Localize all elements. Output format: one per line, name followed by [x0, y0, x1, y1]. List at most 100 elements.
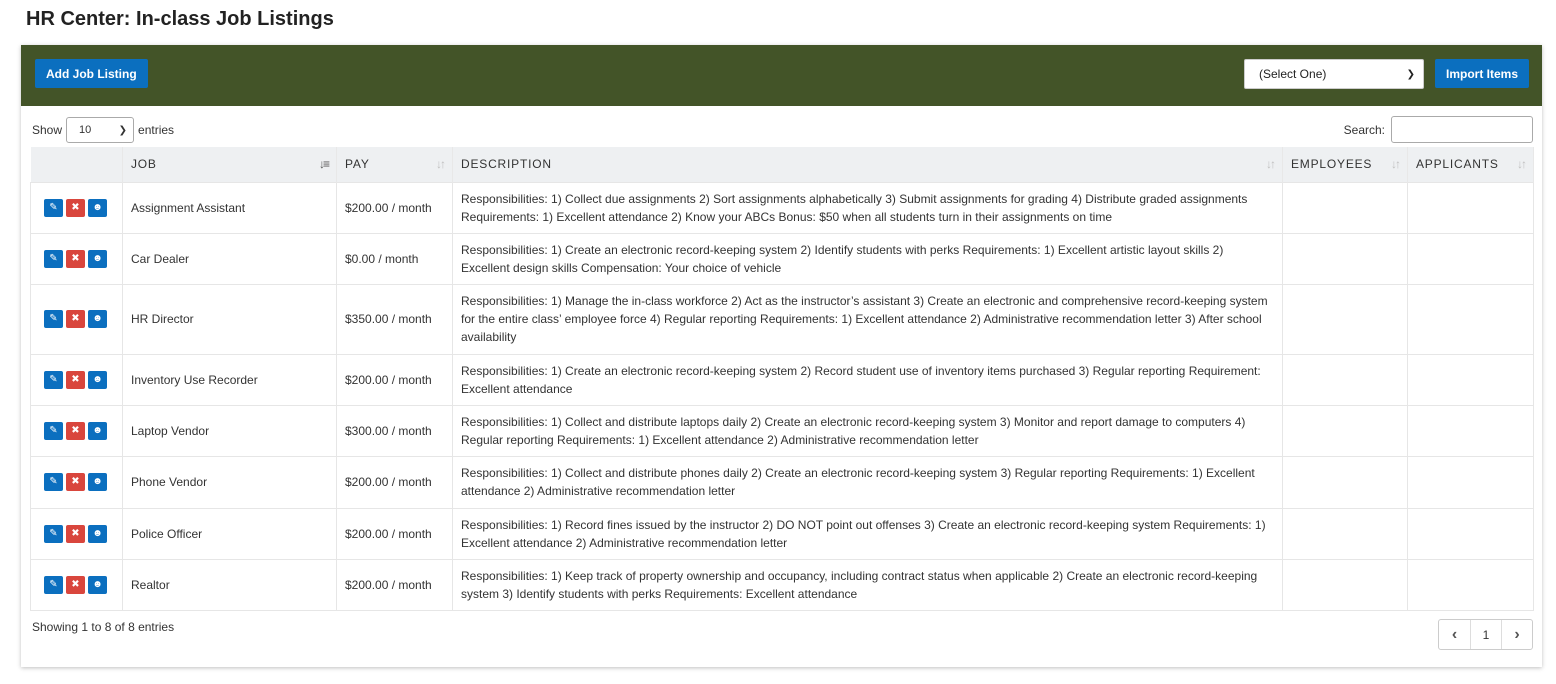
- pay-cell: $200.00 / month: [336, 455, 453, 508]
- table-row: ✎ ✖ ☻ Inventory Use Recorder $200.00 / month…: [30, 353, 1534, 405]
- applicants-cell: [1407, 181, 1534, 233]
- user-icon[interactable]: ☻: [88, 198, 107, 217]
- pay-cell: $200.00 / month: [336, 507, 453, 559]
- delete-icon[interactable]: ✖: [66, 524, 85, 543]
- employees-cell: [1282, 232, 1408, 284]
- table-row: ✎ ✖ ☻ Assignment Assistant $200.00 / month Re…: [30, 181, 1534, 233]
- table-header-row: JOB ↓≡ PAY ↓↑ DESCRIPTION ↓↑ EMPLOYEES ↓↑ AP…: [30, 147, 1534, 182]
- page-title: HR Center: In-class Job Listings: [26, 8, 334, 30]
- chevron-right-icon: ›: [1514, 625, 1520, 643]
- toolbar: Add Job Listing (Select One) ❯ Import It…: [21, 45, 1542, 106]
- employees-cell: [1282, 404, 1408, 456]
- table-row: ✎ ✖ ☻ Car Dealer $0.00 / month Responsibiliti…: [30, 232, 1534, 284]
- import-source-value: (Select One): [1259, 67, 1327, 81]
- delete-icon[interactable]: ✖: [66, 421, 85, 440]
- sort-icon: ↓↑: [436, 157, 446, 171]
- page-length-value: 10: [79, 124, 92, 136]
- edit-icon[interactable]: ✎: [44, 198, 63, 217]
- job-cell: HR Director: [122, 283, 337, 354]
- employees-cell: [1282, 181, 1408, 233]
- job-cell: Police Officer: [122, 507, 337, 559]
- edit-icon[interactable]: ✎: [44, 421, 63, 440]
- column-header-job[interactable]: JOB ↓≡: [122, 147, 337, 182]
- column-header-description[interactable]: DESCRIPTION ↓↑: [452, 147, 1283, 182]
- delete-icon[interactable]: ✖: [66, 370, 85, 389]
- description-cell: Responsibilities: 1) Record fines issued…: [452, 507, 1283, 559]
- employees-cell: [1282, 558, 1408, 611]
- table-info: Showing 1 to 8 of 8 entries: [32, 620, 175, 634]
- description-cell: Responsibilities: 1) Collect and distrib…: [452, 404, 1283, 456]
- user-icon[interactable]: ☻: [88, 310, 107, 328]
- actions-column-header: [30, 147, 123, 182]
- page-length-control: Show 10 ❯ entries: [32, 117, 174, 143]
- sort-icon: ↓↑: [1266, 157, 1276, 171]
- edit-icon[interactable]: ✎: [44, 249, 63, 268]
- employees-cell: [1282, 507, 1408, 559]
- user-icon[interactable]: ☻: [88, 421, 107, 440]
- applicants-cell: [1407, 507, 1534, 559]
- edit-icon[interactable]: ✎: [44, 575, 63, 594]
- table-row: ✎ ✖ ☻ Realtor $200.00 / month Responsibilitie…: [30, 558, 1534, 611]
- description-cell: Responsibilities: 1) Create an electroni…: [452, 353, 1283, 405]
- employees-cell: [1282, 283, 1408, 354]
- row-actions: ✎ ✖ ☻: [30, 404, 123, 456]
- description-cell: Responsibilities: 1) Collect and distrib…: [452, 455, 1283, 508]
- employees-cell: [1282, 455, 1408, 508]
- pay-cell: $200.00 / month: [336, 558, 453, 611]
- page-length-select[interactable]: 10 ❯: [66, 117, 135, 143]
- page-button-1[interactable]: 1: [1470, 620, 1501, 649]
- delete-icon[interactable]: ✖: [66, 310, 85, 328]
- edit-icon[interactable]: ✎: [44, 310, 63, 328]
- delete-icon[interactable]: ✖: [66, 249, 85, 268]
- table-row: ✎ ✖ ☻ Police Officer $200.00 / month Responsi…: [30, 507, 1534, 559]
- job-listings-card: Add Job Listing (Select One) ❯ Import It…: [21, 45, 1542, 667]
- applicants-cell: [1407, 353, 1534, 405]
- applicants-cell: [1407, 232, 1534, 284]
- chevron-left-icon: ‹: [1451, 625, 1458, 643]
- applicants-cell: [1407, 404, 1534, 456]
- import-source-select[interactable]: (Select One) ❯: [1244, 59, 1424, 89]
- next-page-button[interactable]: ›: [1501, 620, 1532, 649]
- table-controls: Show 10 ❯ entries Search:: [21, 106, 1542, 148]
- delete-icon[interactable]: ✖: [66, 575, 85, 594]
- edit-icon[interactable]: ✎: [44, 473, 63, 491]
- delete-icon[interactable]: ✖: [66, 198, 85, 217]
- row-actions: ✎ ✖ ☻: [30, 181, 123, 233]
- job-cell: Laptop Vendor: [122, 404, 337, 456]
- search-control: Search:: [1344, 116, 1533, 143]
- pagination: ‹ 1 ›: [1438, 619, 1533, 650]
- job-cell: Assignment Assistant: [122, 181, 337, 233]
- job-cell: Phone Vendor: [122, 455, 337, 508]
- column-header-applicants[interactable]: APPLICANTS ↓↑: [1407, 147, 1534, 182]
- user-icon[interactable]: ☻: [88, 575, 107, 594]
- pay-cell: $300.00 / month: [336, 404, 453, 456]
- table-row: ✎ ✖ ☻ Phone Vendor $200.00 / month Responsibi…: [30, 455, 1534, 508]
- import-items-button[interactable]: Import Items: [1434, 59, 1529, 88]
- entries-label: entries: [138, 123, 175, 137]
- row-actions: ✎ ✖ ☻: [30, 283, 123, 354]
- table-row: ✎ ✖ ☻ Laptop Vendor $300.00 / month Responsib…: [30, 404, 1534, 456]
- sort-ascending-icon: ↓≡: [318, 157, 330, 171]
- delete-icon[interactable]: ✖: [66, 473, 85, 491]
- job-listings-table: JOB ↓≡ PAY ↓↑ DESCRIPTION ↓↑ EMPLOYEES ↓↑ AP…: [30, 147, 1534, 611]
- user-icon[interactable]: ☻: [88, 473, 107, 491]
- edit-icon[interactable]: ✎: [44, 524, 63, 543]
- search-input[interactable]: [1391, 116, 1533, 143]
- add-job-listing-button[interactable]: Add Job Listing: [35, 59, 148, 88]
- user-icon[interactable]: ☻: [88, 524, 107, 543]
- applicants-cell: [1407, 283, 1534, 354]
- column-header-pay[interactable]: PAY ↓↑: [336, 147, 453, 182]
- user-icon[interactable]: ☻: [88, 249, 107, 268]
- employees-cell: [1282, 353, 1408, 405]
- previous-page-button[interactable]: ‹: [1439, 620, 1470, 649]
- description-cell: Responsibilities: 1) Manage the in-class…: [452, 283, 1283, 354]
- column-header-employees[interactable]: EMPLOYEES ↓↑: [1282, 147, 1408, 182]
- sort-icon: ↓↑: [1391, 157, 1401, 171]
- table-body: ✎ ✖ ☻ Assignment Assistant $200.00 / month Re…: [30, 181, 1534, 611]
- edit-icon[interactable]: ✎: [44, 370, 63, 389]
- pay-cell: $200.00 / month: [336, 181, 453, 233]
- job-cell: Realtor: [122, 558, 337, 611]
- user-icon[interactable]: ☻: [88, 370, 107, 389]
- chevron-down-icon: ❯: [118, 124, 128, 136]
- row-actions: ✎ ✖ ☻: [30, 353, 123, 405]
